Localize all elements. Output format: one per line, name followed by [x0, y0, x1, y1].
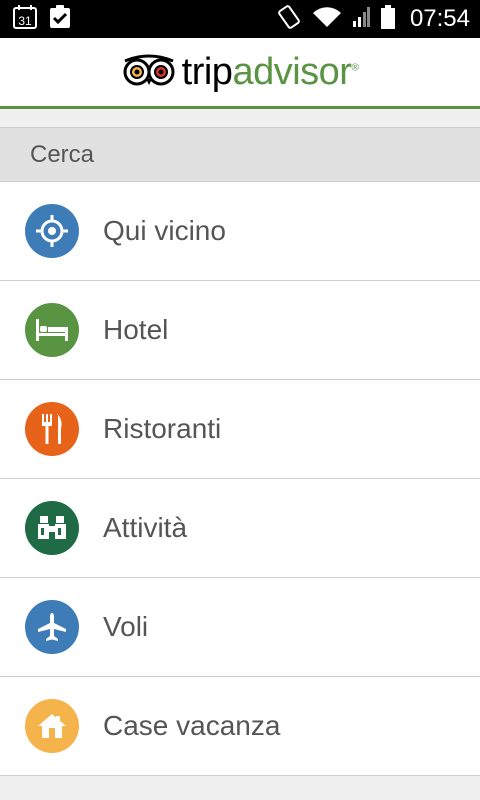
- menu-item-label: Ristoranti: [103, 413, 222, 444]
- target-icon: [25, 204, 79, 258]
- menu-item-label: Qui vicino: [103, 215, 226, 246]
- clipboard-check-icon: [48, 4, 72, 35]
- section-header-cerca: Cerca: [0, 127, 480, 182]
- signal-icon: [352, 5, 370, 34]
- binoculars-icon: [25, 501, 79, 555]
- svg-text:31: 31: [18, 14, 32, 28]
- owl-eyes-icon: [122, 53, 176, 92]
- status-bar: 31 07:54: [0, 0, 480, 38]
- calendar-icon: 31: [12, 4, 38, 35]
- logo-text-advisor: advisor: [232, 50, 352, 93]
- menu-item-restaurants[interactable]: Ristoranti: [0, 380, 480, 479]
- menu-item-vacation-rentals[interactable]: Case vacanza: [0, 677, 480, 776]
- menu-item-activities[interactable]: Attività: [0, 479, 480, 578]
- menu-item-label: Case vacanza: [103, 710, 281, 741]
- section-title: Cerca: [30, 140, 95, 168]
- logo-text-trip: trip: [181, 50, 233, 93]
- menu-item-nearby[interactable]: Qui vicino: [0, 182, 480, 281]
- bed-icon: [25, 303, 79, 357]
- fork-knife-icon: [25, 402, 79, 456]
- house-icon: [25, 699, 79, 753]
- tripadvisor-logo: tripadvisor®: [122, 51, 359, 94]
- menu-item-flights[interactable]: Voli: [0, 578, 480, 677]
- battery-icon: [380, 4, 396, 35]
- registered-mark-icon: ®: [351, 61, 359, 73]
- spacer: [0, 109, 480, 127]
- app-header: tripadvisor®: [0, 38, 480, 109]
- wifi-icon: [312, 5, 342, 34]
- menu-item-label: Hotel: [103, 314, 169, 345]
- vibrate-icon: [276, 4, 302, 35]
- airplane-icon: [25, 600, 79, 654]
- menu-item-label: Attività: [103, 512, 188, 543]
- menu-item-hotel[interactable]: Hotel: [0, 281, 480, 380]
- status-time: 07:54: [409, 5, 470, 32]
- search-menu-list: Qui vicino Hotel Ristoranti Attività Vol…: [0, 182, 480, 776]
- menu-item-label: Voli: [103, 611, 149, 642]
